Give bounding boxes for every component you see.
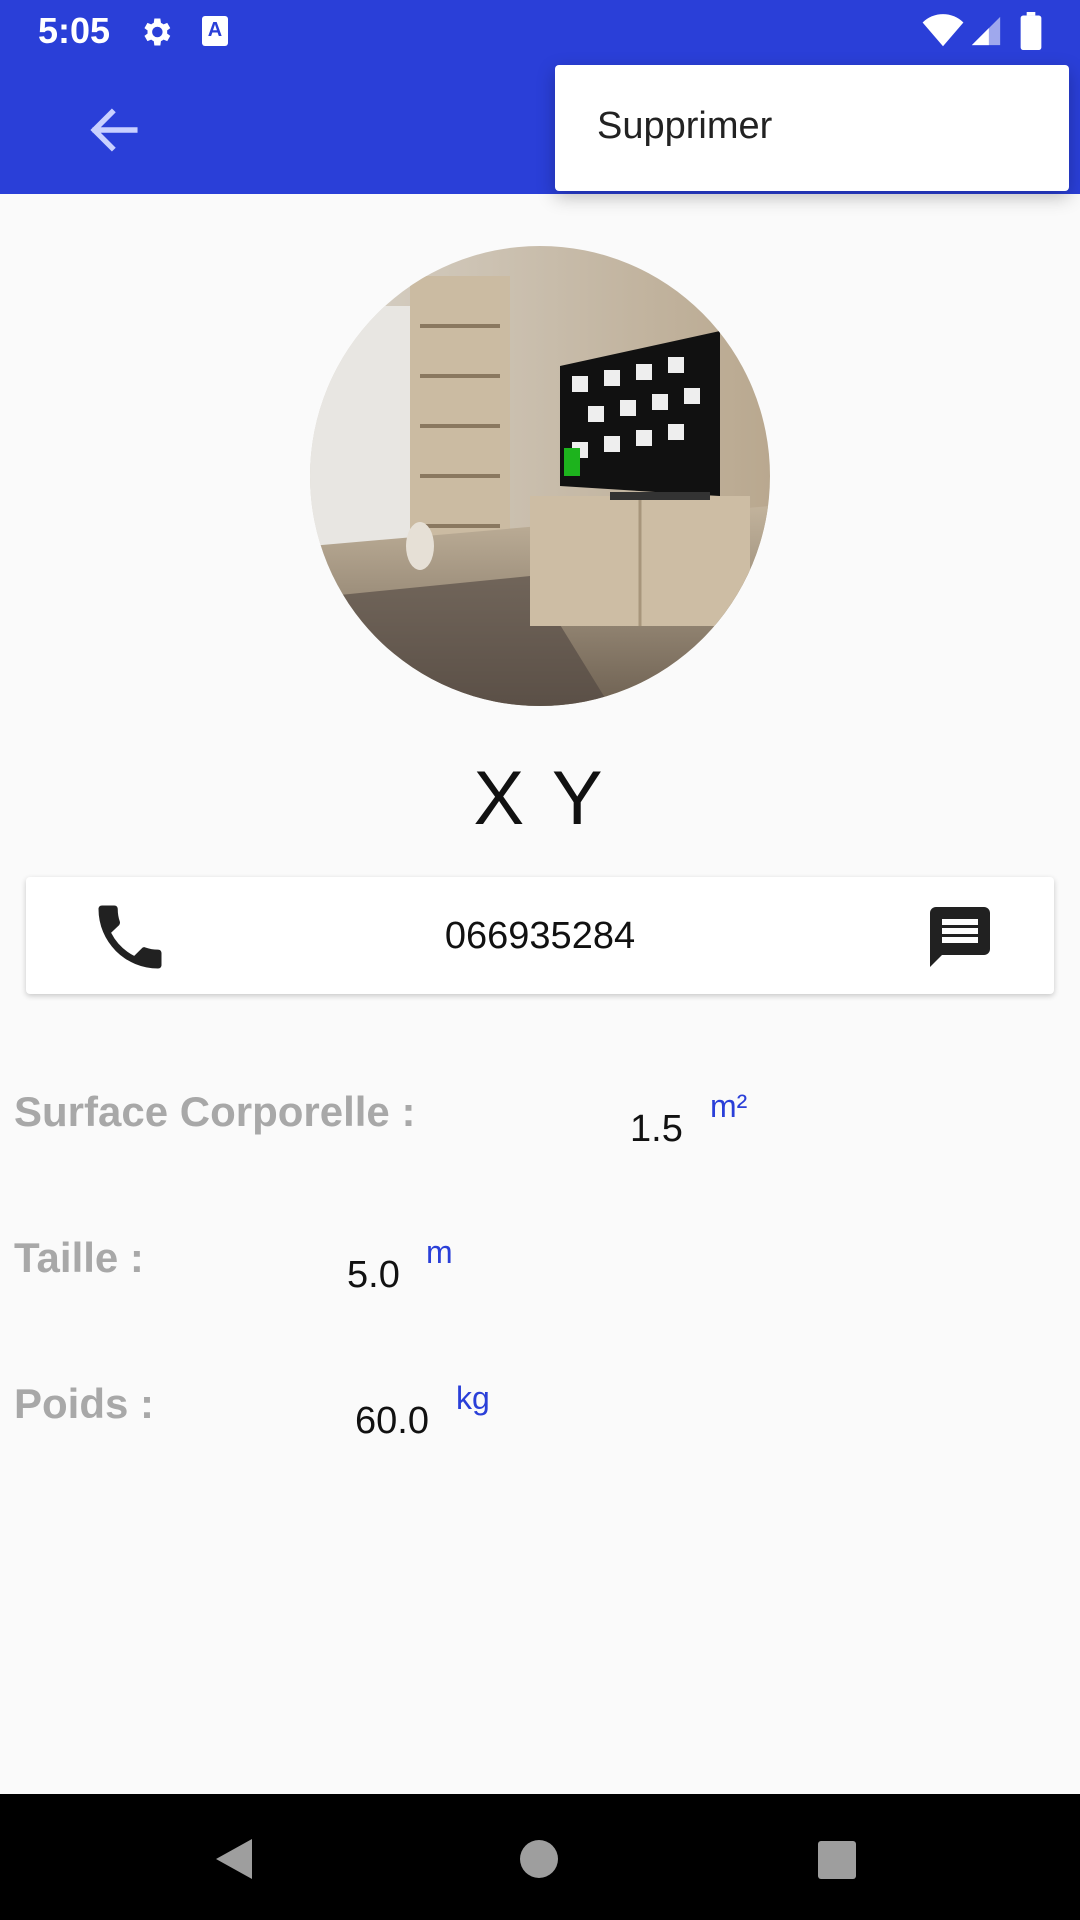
status-time: 5:05 <box>38 10 111 51</box>
back-button[interactable] <box>80 101 148 159</box>
status-bar: 5:05 A <box>0 0 1080 63</box>
poids-unit: kg <box>456 1380 490 1416</box>
nav-recents-icon[interactable] <box>818 1841 856 1879</box>
taille-label: Taille : <box>14 1234 144 1281</box>
surface-label: Surface Corporelle : <box>14 1088 416 1135</box>
poids-label: Poids : <box>14 1380 155 1427</box>
profile-name: X Y <box>473 756 607 841</box>
taille-unit: m <box>426 1234 453 1270</box>
nav-home-icon[interactable] <box>520 1840 558 1878</box>
signal-icon <box>971 16 1001 46</box>
contact-card: 066935284 <box>26 877 1054 994</box>
surface-unit: m² <box>710 1088 748 1124</box>
surface-value: 1.5 <box>630 1108 683 1150</box>
menu-item-supprimer[interactable]: Supprimer <box>597 105 772 148</box>
arrow-back-icon <box>90 108 138 152</box>
nav-back-icon[interactable] <box>212 1835 260 1883</box>
settings-gear-icon <box>144 18 171 46</box>
message-icon[interactable] <box>924 901 996 973</box>
navigation-bar <box>0 1794 1080 1920</box>
wifi-icon <box>922 14 964 47</box>
overflow-menu: Supprimer <box>555 65 1069 191</box>
taille-value: 5.0 <box>347 1254 400 1296</box>
profile-photo <box>310 246 770 706</box>
text-a-icon: A <box>202 16 228 46</box>
room-illustration <box>310 246 770 706</box>
battery-icon <box>1020 12 1042 50</box>
phone-number: 066935284 <box>444 915 636 957</box>
poids-value: 60.0 <box>355 1400 429 1442</box>
